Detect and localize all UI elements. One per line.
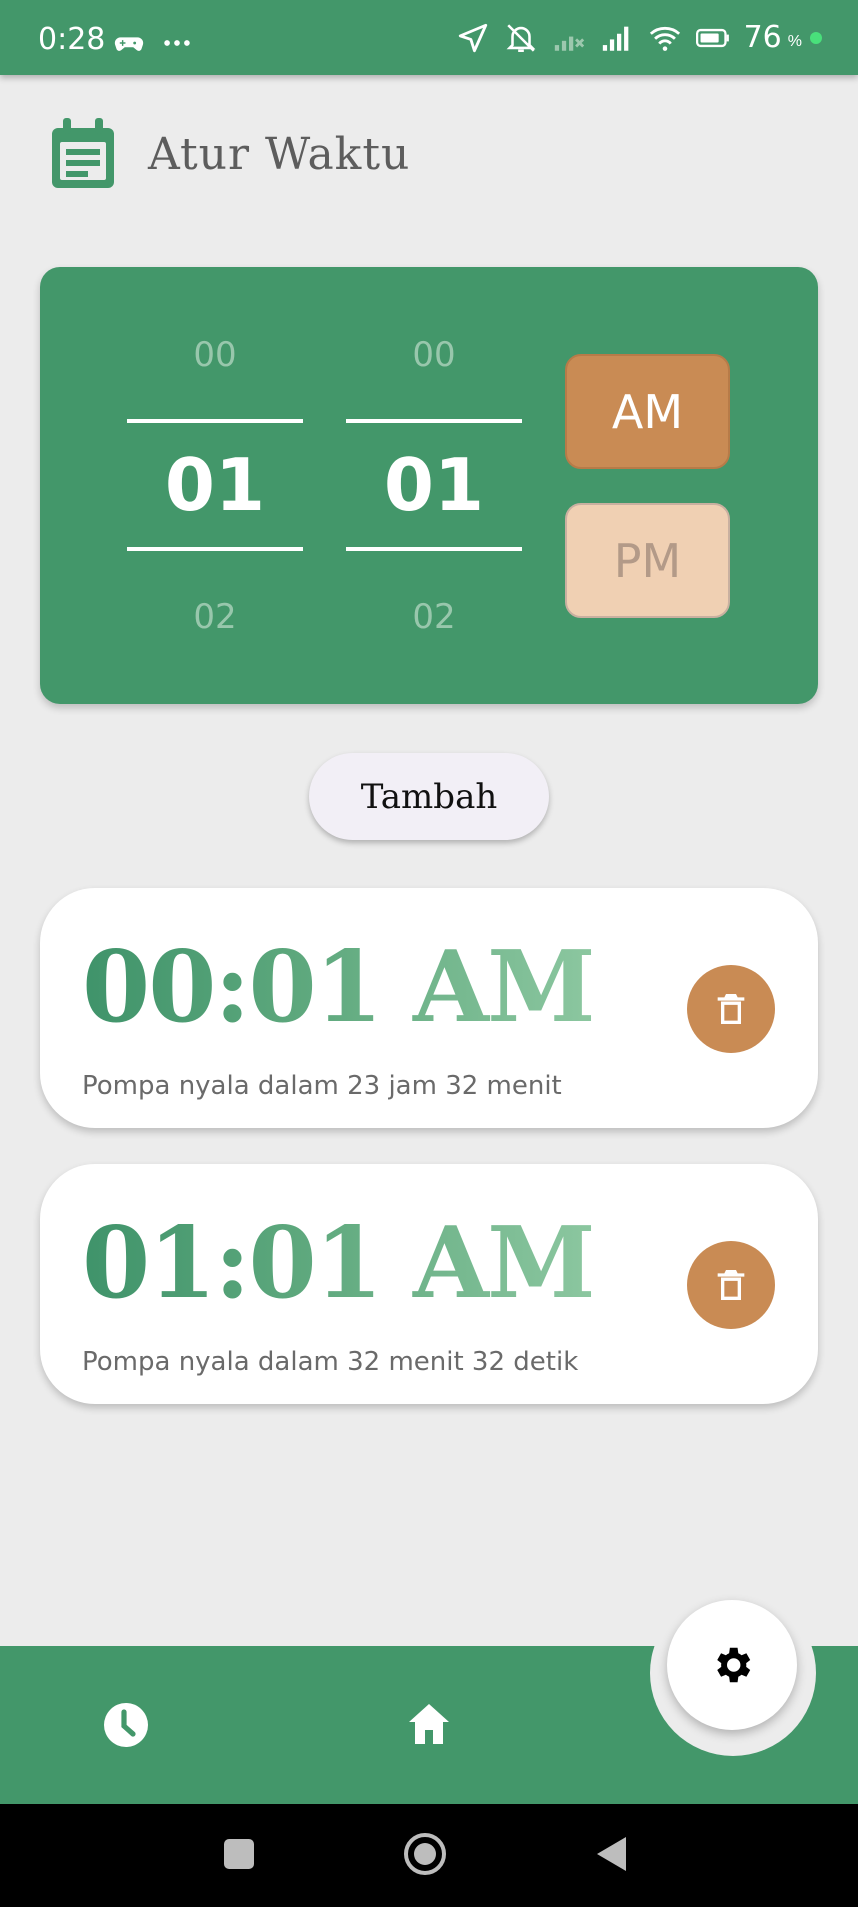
home-icon[interactable] — [405, 1700, 453, 1748]
status-bar: 0:28 76 % — [0, 0, 858, 75]
alarm-card[interactable]: 00:01 AM Pompa nyala dalam 23 jam 32 men… — [40, 888, 818, 1128]
clock-icon[interactable] — [102, 1701, 150, 1749]
delete-button[interactable] — [687, 1241, 775, 1329]
hour-next-value[interactable]: 02 — [127, 597, 303, 637]
status-time: 0:28 — [38, 22, 106, 57]
battery-percent-symbol: % — [787, 32, 802, 50]
page-title: Atur Waktu — [148, 128, 411, 180]
back-button-icon[interactable] — [594, 1835, 628, 1873]
battery-icon — [695, 28, 729, 47]
minute-prev-value[interactable]: 00 — [346, 335, 522, 375]
recents-button-icon[interactable] — [222, 1837, 256, 1871]
calendar-icon — [52, 118, 114, 188]
hour-prev-value[interactable]: 00 — [127, 335, 303, 375]
battery-percent: 76 — [743, 20, 782, 55]
gear-icon — [717, 1647, 751, 1683]
app-header: Atur Waktu — [48, 116, 410, 192]
hour-wheel[interactable]: 00 01 02 — [127, 267, 303, 704]
status-right-icons: 76 % — [456, 20, 822, 55]
home-button-icon[interactable] — [402, 1831, 448, 1877]
alarm-time: 01:01 AM — [82, 1206, 596, 1321]
game-controller-icon — [114, 37, 144, 51]
minute-divider-top — [346, 419, 522, 423]
delete-button[interactable] — [687, 965, 775, 1053]
pm-button[interactable]: PM — [565, 503, 730, 618]
alarm-card[interactable]: 01:01 AM Pompa nyala dalam 32 menit 32 d… — [40, 1164, 818, 1404]
no-signal-icon — [554, 36, 584, 51]
minute-wheel[interactable]: 00 01 02 — [346, 267, 522, 704]
am-button[interactable]: AM — [565, 354, 730, 469]
add-button[interactable]: Tambah — [309, 753, 549, 840]
signal-icon — [602, 26, 628, 51]
location-arrow-icon — [458, 23, 487, 52]
alarm-time: 00:01 AM — [82, 930, 596, 1045]
system-navigation-bar — [0, 1804, 858, 1907]
minute-divider-bottom — [346, 547, 522, 551]
settings-fab[interactable] — [667, 1600, 797, 1730]
wifi-icon — [649, 26, 680, 51]
privacy-indicator-dot — [810, 31, 822, 44]
hour-divider-bottom — [127, 547, 303, 551]
hour-current-value[interactable]: 01 — [127, 443, 303, 527]
status-left-icons — [112, 26, 194, 60]
alarm-countdown: Pompa nyala dalam 23 jam 32 menit — [82, 1071, 562, 1101]
hour-divider-top — [127, 419, 303, 423]
bottom-nav-left-edge — [0, 1646, 650, 1676]
bell-off-icon — [506, 23, 535, 52]
alarm-countdown: Pompa nyala dalam 32 menit 32 detik — [82, 1347, 579, 1377]
minute-next-value[interactable]: 02 — [346, 597, 522, 637]
trash-icon — [717, 994, 745, 1024]
more-dots-icon — [164, 40, 190, 46]
time-picker-card: 00 01 02 00 01 02 AM PM — [40, 267, 818, 704]
trash-icon — [717, 1270, 745, 1300]
minute-current-value[interactable]: 01 — [346, 443, 522, 527]
